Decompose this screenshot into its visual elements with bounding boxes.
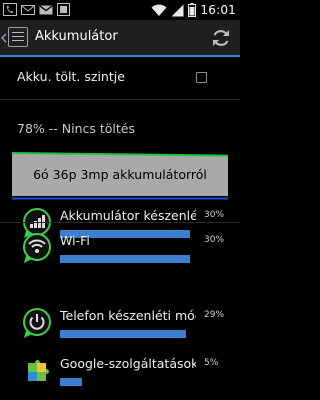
- usage-percent: 30%: [204, 235, 225, 245]
- battery-history-graph[interactable]: 6ó 36p 3mp akkumulátorról: [11, 150, 229, 200]
- usage-percent: 29%: [204, 310, 225, 320]
- page-title: Akkumulátor: [35, 29, 118, 44]
- usage-name: Akkumulátor készenlét: [60, 208, 196, 223]
- mail-icon: [21, 4, 35, 15]
- phone-icon: [3, 3, 17, 16]
- usage-row-google-services[interactable]: Google-szolgáltatások 5%: [0, 350, 240, 400]
- app-icon[interactable]: [8, 27, 28, 47]
- power-icon: [23, 308, 51, 338]
- gmail-icon: [39, 4, 53, 14]
- usage-name: Telefon készenléti mód: [60, 308, 196, 323]
- cell-signal-icon: [171, 4, 184, 16]
- usage-bar: [60, 378, 82, 386]
- divider: [0, 99, 240, 100]
- usage-percent: 5%: [204, 358, 219, 368]
- usage-name: Wi-Fi: [60, 233, 90, 248]
- wifi-icon: [151, 4, 167, 16]
- battery-status-text: 78% -- Nincs töltés: [17, 121, 135, 136]
- screenshot-icon: [57, 3, 70, 16]
- status-bar: 16:01: [0, 0, 240, 20]
- battery-icon: [188, 3, 197, 17]
- usage-row-phone-idle[interactable]: Telefon készenléti mód 29%: [0, 302, 240, 352]
- back-icon[interactable]: [1, 33, 7, 43]
- usage-row-wifi[interactable]: Wi-Fi 30%: [0, 227, 240, 277]
- refresh-icon[interactable]: [210, 27, 232, 49]
- usage-percent: 30%: [204, 210, 225, 220]
- usage-name: Google-szolgáltatások: [60, 356, 196, 371]
- wifi-icon: [23, 233, 51, 263]
- usage-bar: [60, 255, 190, 263]
- battery-level-checkbox[interactable]: [196, 72, 207, 83]
- usage-bar: [60, 330, 186, 338]
- puzzle-icon: [28, 360, 49, 381]
- action-bar: Akkumulátor: [0, 20, 240, 57]
- battery-level-label: Akku. tölt. szintje: [17, 69, 125, 84]
- battery-duration-label: 6ó 36p 3mp akkumulátorról: [33, 167, 207, 182]
- divider: [0, 222, 240, 223]
- clock: 16:01: [200, 3, 236, 17]
